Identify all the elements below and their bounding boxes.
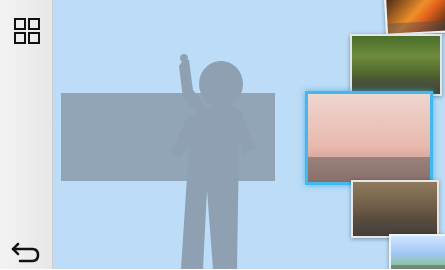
back-arrow-icon (11, 242, 40, 263)
left-toolbar (0, 0, 53, 269)
thumbnail-overlay (391, 264, 445, 269)
thumbnail-1[interactable] (384, 0, 445, 36)
thumbnail-4[interactable] (351, 180, 439, 238)
thumbnail-overlay (308, 157, 430, 182)
thumbnail-5[interactable] (389, 234, 445, 269)
app-frame (0, 0, 445, 269)
grid-view-button[interactable] (12, 16, 42, 46)
grid-view-icon (14, 18, 40, 44)
person-silhouette-icon (171, 54, 255, 269)
back-button[interactable] (10, 238, 42, 266)
thumbnail-2[interactable] (350, 34, 442, 96)
thumbnail-3-selected[interactable] (305, 91, 433, 185)
thumbnail-overlay (387, 20, 445, 34)
preview-area (53, 0, 445, 269)
